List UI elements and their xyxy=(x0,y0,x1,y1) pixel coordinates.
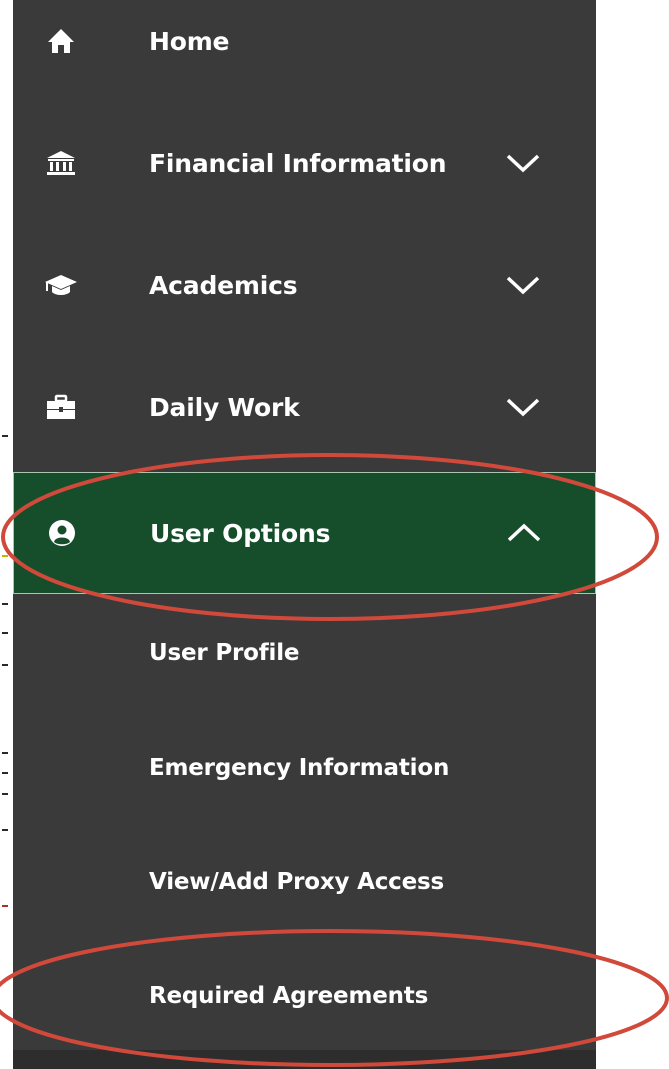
submenu-item-label: Required Agreements xyxy=(149,983,429,1009)
sidebar-item-daily-work[interactable]: Daily Work xyxy=(13,346,596,468)
page-edge-mark xyxy=(2,752,8,754)
chevron-down-icon[interactable] xyxy=(503,143,543,183)
submenu-item-required-agreements[interactable]: Required Agreements xyxy=(13,940,596,1052)
sidebar-item-home[interactable]: Home xyxy=(13,0,596,102)
page-edge-mark xyxy=(2,793,8,795)
page-edge xyxy=(0,0,13,1069)
briefcase-icon xyxy=(38,387,84,427)
graduation-cap-icon xyxy=(38,265,84,305)
page-edge-mark xyxy=(2,905,8,907)
sidebar-item-user-options[interactable]: User Options xyxy=(13,472,596,594)
sidebar-nav: Home Financial Information Academics Dai… xyxy=(13,0,596,1069)
sidebar-item-financial-information[interactable]: Financial Information xyxy=(13,102,596,224)
sidebar-item-label: Home xyxy=(149,26,230,56)
sidebar-item-academics[interactable]: Academics xyxy=(13,224,596,346)
chevron-down-icon[interactable] xyxy=(503,387,543,427)
page-edge-mark xyxy=(2,632,8,634)
page-edge-mark xyxy=(2,829,8,831)
screenshot: Home Financial Information Academics Dai… xyxy=(0,0,669,1069)
submenu-item-view-add-proxy-access[interactable]: View/Add Proxy Access xyxy=(13,826,596,938)
page-edge-mark xyxy=(2,435,8,437)
sidebar-footer-edge xyxy=(13,1050,596,1069)
submenu-item-user-profile[interactable]: User Profile xyxy=(13,597,596,709)
page-edge-mark xyxy=(2,603,8,605)
home-icon xyxy=(38,21,84,61)
page-edge-mark xyxy=(2,555,8,557)
sidebar-item-label: User Options xyxy=(150,518,331,548)
chevron-up-icon[interactable] xyxy=(504,513,544,553)
submenu-item-label: User Profile xyxy=(149,640,300,666)
submenu-item-label: View/Add Proxy Access xyxy=(149,869,444,895)
sidebar-item-label: Academics xyxy=(149,270,298,300)
page-edge-mark xyxy=(2,664,8,666)
submenu-item-emergency-information[interactable]: Emergency Information xyxy=(13,712,596,824)
bank-icon xyxy=(38,143,84,183)
user-circle-icon xyxy=(39,513,85,553)
chevron-down-icon[interactable] xyxy=(503,265,543,305)
submenu-item-label: Emergency Information xyxy=(149,755,450,781)
sidebar-item-label: Financial Information xyxy=(149,148,447,178)
sidebar-item-label: Daily Work xyxy=(149,392,300,422)
page-edge-mark xyxy=(2,772,8,774)
